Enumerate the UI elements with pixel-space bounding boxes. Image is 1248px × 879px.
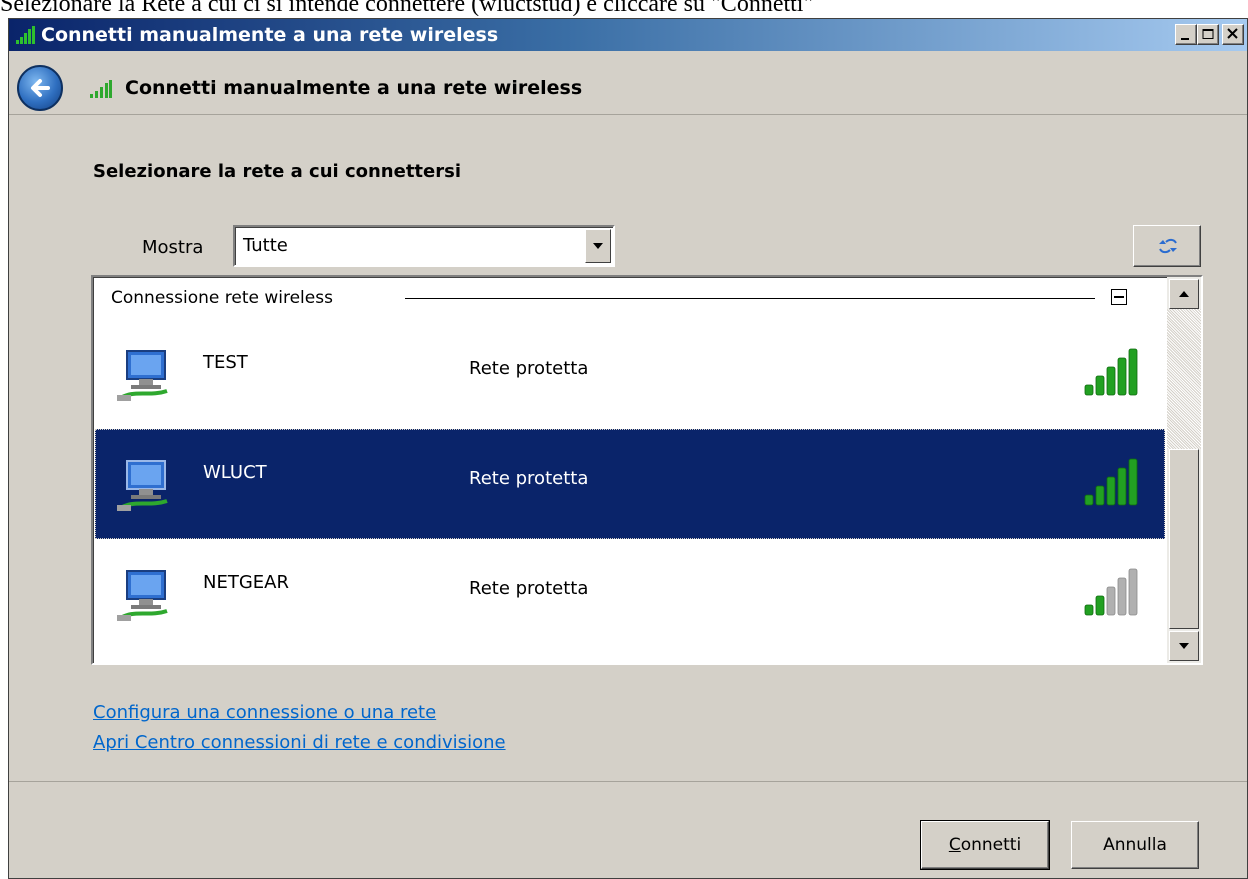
maximize-icon <box>1202 29 1214 39</box>
group-header: Connessione rete wireless <box>93 277 1165 317</box>
signal-bar <box>1128 568 1138 616</box>
signal-bar <box>1106 366 1116 396</box>
network-row[interactable]: WLUCT Rete protetta <box>95 429 1165 539</box>
signal-bar <box>1117 467 1127 506</box>
header-title: Connetti manualmente a una rete wireless <box>125 77 583 99</box>
signal-bar <box>1095 595 1105 616</box>
footer-divider <box>9 781 1247 782</box>
close-button[interactable] <box>1222 24 1244 45</box>
minimize-icon <box>1181 38 1189 40</box>
scroll-thumb[interactable] <box>1169 449 1199 629</box>
signal-bar <box>1095 375 1105 396</box>
network-computer-icon <box>117 570 168 621</box>
signal-bar <box>1106 586 1116 616</box>
connect-button[interactable]: Connetti <box>920 820 1050 870</box>
signal-bar <box>1106 476 1116 506</box>
cancel-button[interactable]: Annulla <box>1071 821 1199 869</box>
wifi-signal-icon <box>90 80 112 98</box>
show-filter-value: Tutte <box>243 235 288 256</box>
network-row[interactable]: NETGEAR Rete protetta <box>95 539 1165 649</box>
signal-bar <box>1128 458 1138 506</box>
network-computer-icon <box>117 350 168 401</box>
wizard-header: Connetti manualmente a una rete wireless <box>9 51 1247 115</box>
refresh-button[interactable] <box>1133 225 1201 267</box>
section-title: Selezionare la rete a cui connettersi <box>93 161 462 182</box>
network-row[interactable]: TEST Rete protetta <box>95 319 1165 429</box>
dropdown-button[interactable] <box>585 229 611 263</box>
show-filter-select[interactable]: Tutte <box>233 225 615 267</box>
minimize-button[interactable] <box>1175 24 1197 45</box>
signal-bar <box>1084 604 1094 616</box>
network-name: NETGEAR <box>203 572 289 593</box>
title-bar[interactable]: Connetti manualmente a una rete wireless <box>9 19 1247 51</box>
scroll-track[interactable] <box>1167 309 1201 449</box>
chevron-down-icon <box>593 243 603 249</box>
connect-label: onnetti <box>960 835 1022 855</box>
network-name: WLUCT <box>203 462 267 483</box>
signal-bar <box>1117 357 1127 396</box>
signal-bar <box>1084 494 1094 506</box>
group-divider <box>405 298 1095 299</box>
signal-strength-icon <box>1084 458 1138 506</box>
setup-connection-link[interactable]: Configura una connessione o una rete <box>93 701 436 725</box>
scroll-up-button[interactable] <box>1169 279 1199 309</box>
network-computer-icon <box>117 460 168 511</box>
scroll-down-button[interactable] <box>1169 631 1199 661</box>
signal-bar <box>1128 348 1138 396</box>
connect-accelerator: C <box>948 835 961 855</box>
maximize-button[interactable] <box>1197 24 1219 45</box>
signal-strength-icon <box>1084 348 1138 396</box>
wifi-signal-icon <box>16 26 35 44</box>
show-label: Mostra <box>142 237 204 258</box>
document-caption: Selezionare la Rete a cui ci si intende … <box>0 0 814 16</box>
close-icon <box>1227 28 1238 39</box>
signal-bar <box>1117 577 1127 616</box>
signal-bar <box>1095 485 1105 506</box>
refresh-icon <box>1159 238 1177 254</box>
network-list[interactable]: Connessione rete wireless TEST Rete prot… <box>91 275 1203 665</box>
chevron-up-icon <box>1179 291 1189 297</box>
window-title: Connetti manualmente a una rete wireless <box>41 24 499 46</box>
collapse-group-button[interactable] <box>1111 289 1127 305</box>
network-status: Rete protetta <box>469 468 589 489</box>
group-label: Connessione rete wireless <box>111 288 333 308</box>
network-center-link[interactable]: Apri Centro connessioni di rete e condiv… <box>93 731 506 755</box>
network-status: Rete protetta <box>469 358 589 379</box>
vertical-scrollbar[interactable] <box>1167 277 1201 663</box>
back-button[interactable] <box>17 65 63 111</box>
dialog-window: Connetti manualmente a una rete wireless… <box>8 18 1248 879</box>
back-arrow-icon <box>31 79 50 97</box>
network-name: TEST <box>203 352 248 373</box>
network-status: Rete protetta <box>469 578 589 599</box>
chevron-down-icon <box>1179 643 1189 649</box>
signal-strength-icon <box>1084 568 1138 616</box>
signal-bar <box>1084 384 1094 396</box>
